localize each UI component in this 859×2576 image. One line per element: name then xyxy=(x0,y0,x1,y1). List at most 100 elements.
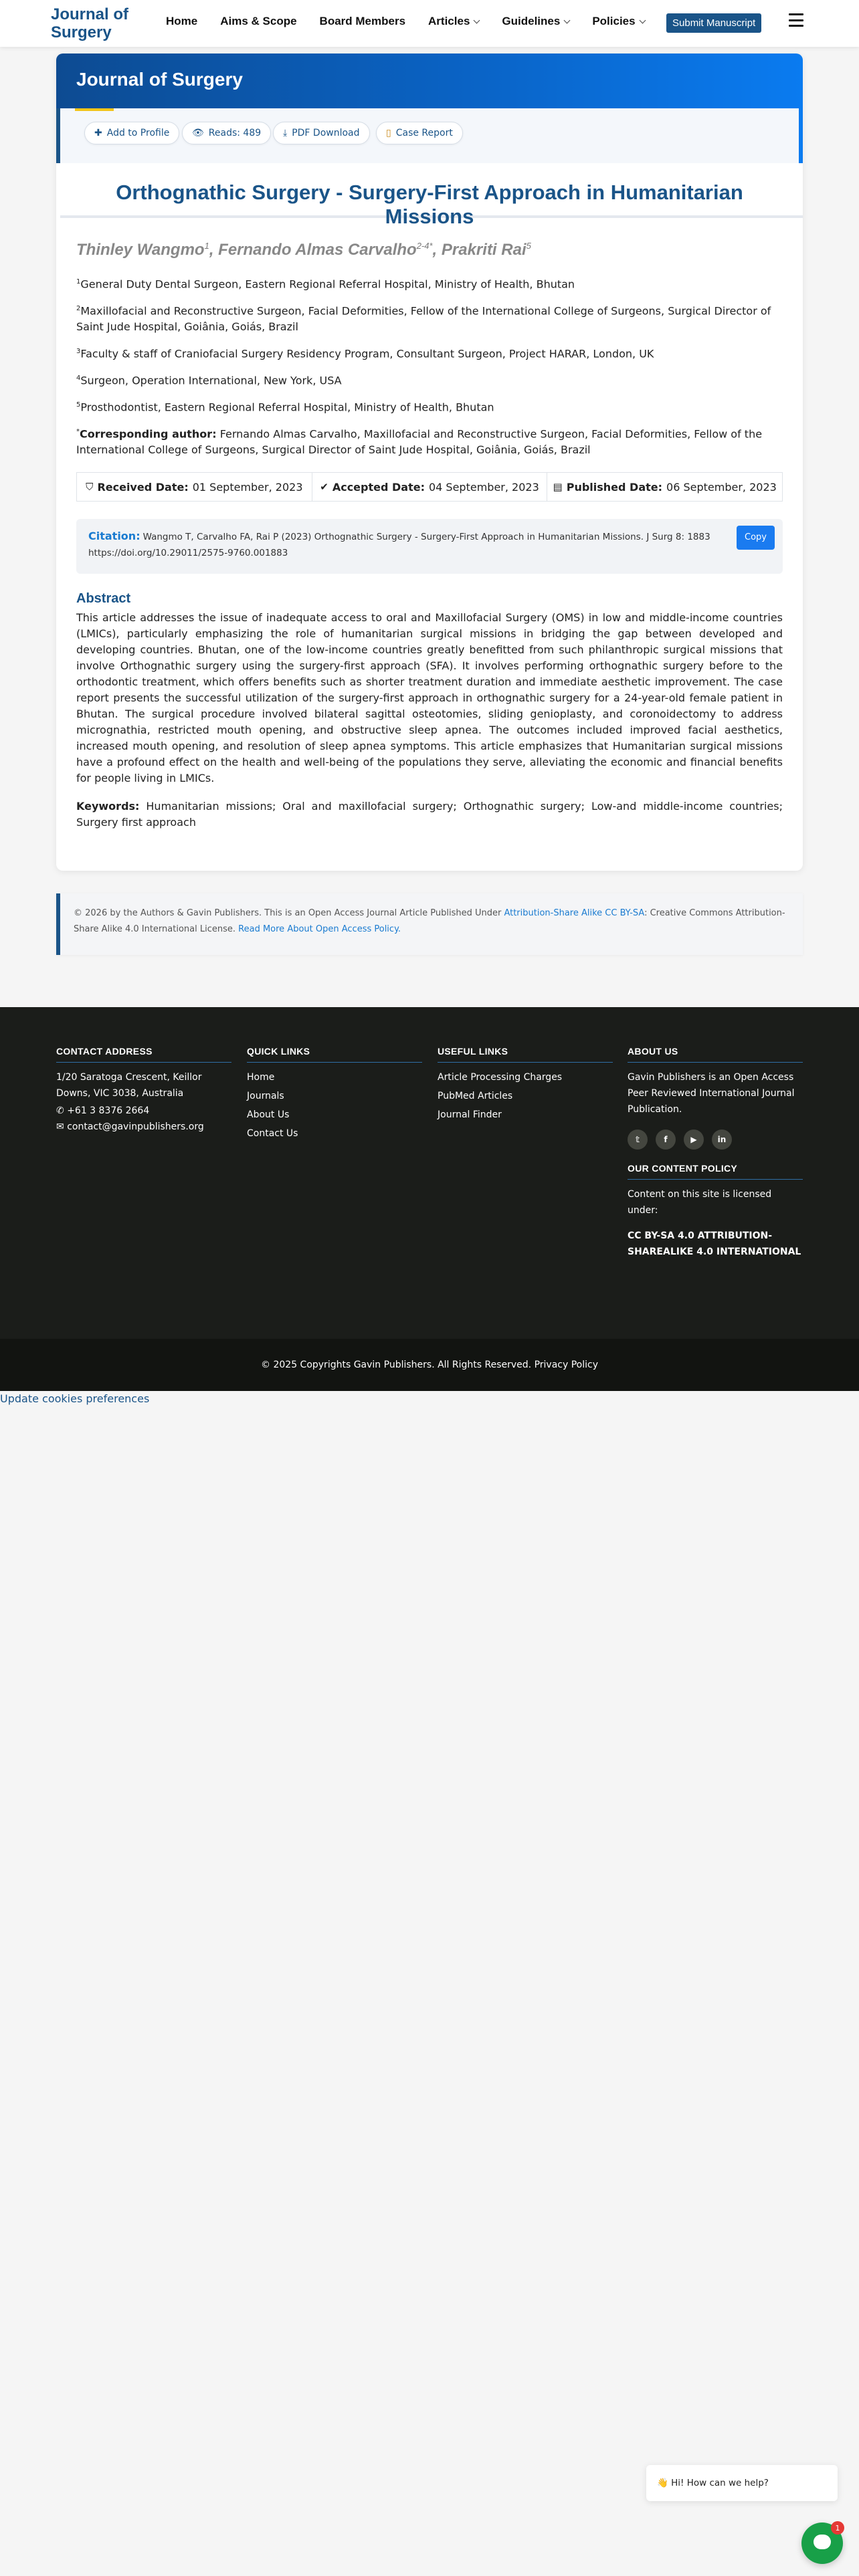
content-policy-text: Content on this site is licensed under: xyxy=(628,1189,772,1216)
brand-logo[interactable]: Journal of Surgery xyxy=(51,5,158,41)
citation-label: Citation: xyxy=(88,530,140,542)
site-footer: CONTACT ADDRESS 1/20 Saratoga Crescent, … xyxy=(0,1007,859,1339)
affiliation: 3Faculty & staff of Craniofacial Surgery… xyxy=(76,344,783,362)
nav-guidelines[interactable]: Guidelines xyxy=(502,15,571,28)
author-list: Thinley Wangmo1, Fernando Almas Carvalho… xyxy=(76,241,531,259)
button-label: PDF Download xyxy=(292,128,360,138)
footer-heading: QUICK LINKS xyxy=(247,1046,310,1057)
article-title: Orthognathic Surgery - Surgery-First App… xyxy=(116,181,743,228)
phone-icon: ✆ xyxy=(56,1105,68,1116)
footer-quick-links: QUICK LINKS Home Journals About Us Conta… xyxy=(247,1046,422,1139)
case-report-icon: ▯ xyxy=(386,128,391,138)
cc-by-sa-link[interactable]: Attribution-Share Alike CC BY-SA xyxy=(504,908,644,918)
license-name-link[interactable]: CC BY-SA 4.0 ATTRIBUTION-SHAREALIKE 4.0 … xyxy=(628,1228,803,1260)
download-icon: ⤓ xyxy=(283,128,288,138)
journal-header: Journal of Surgery xyxy=(56,53,803,108)
divider xyxy=(247,1062,422,1063)
aff-text: Prosthodontist, Eastern Regional Referra… xyxy=(80,401,494,414)
reads-counter-button[interactable]: 👁 Reads: 489 xyxy=(182,122,272,144)
footer-link-journal-finder[interactable]: Journal Finder xyxy=(438,1109,613,1120)
footer-contact: CONTACT ADDRESS 1/20 Saratoga Crescent, … xyxy=(56,1046,231,1135)
eye-icon: 👁 xyxy=(192,128,204,138)
youtube-icon[interactable]: ▶ xyxy=(684,1130,704,1150)
chevron-down-icon xyxy=(639,17,646,23)
footer-link-pubmed[interactable]: PubMed Articles xyxy=(438,1091,613,1101)
keywords-label: Keywords: xyxy=(76,800,140,813)
chat-icon xyxy=(814,2535,831,2549)
chat-greeting[interactable]: 👋 Hi! How can we help? xyxy=(646,2465,838,2501)
accent-underline xyxy=(75,108,114,111)
author-sup: 5 xyxy=(526,241,531,251)
footer-link-contact[interactable]: Contact Us xyxy=(247,1128,422,1139)
about-text: Gavin Publishers is an Open Access Peer … xyxy=(628,1072,795,1115)
button-label: Case Report xyxy=(395,128,453,138)
linkedin-icon[interactable]: in xyxy=(712,1130,732,1150)
nav-articles[interactable]: Articles xyxy=(428,15,480,28)
submit-manuscript-button[interactable]: Submit Manuscript xyxy=(666,13,762,33)
doi-link[interactable]: https://doi.org/10.29011/2575-9760.00188… xyxy=(88,548,288,558)
affiliation: 5Prosthodontist, Eastern Regional Referr… xyxy=(76,397,783,415)
button-label: Add to Profile xyxy=(106,128,170,138)
nav-policies[interactable]: Policies xyxy=(592,15,646,28)
nav-label: Aims & Scope xyxy=(220,15,297,27)
chevron-down-icon xyxy=(473,17,480,23)
aff-text: Maxillofacial and Reconstructive Surgeon… xyxy=(76,304,771,334)
author-name[interactable]: Prakriti Rai xyxy=(442,241,527,259)
check-icon: ✔ xyxy=(320,481,328,493)
footer-link-about[interactable]: About Us xyxy=(247,1109,422,1120)
author-name[interactable]: Thinley Wangmo xyxy=(76,241,205,259)
copy-citation-button[interactable]: Copy xyxy=(737,526,775,550)
pdf-download-button[interactable]: ⤓ PDF Download xyxy=(273,122,370,144)
top-navbar: Journal of Surgery Home Aims & Scope Boa… xyxy=(0,0,859,47)
nav-label: Guidelines xyxy=(502,15,561,27)
nav-label: Policies xyxy=(592,15,636,27)
aff-text: General Duty Dental Surgeon, Eastern Reg… xyxy=(80,278,575,291)
footer-about: ABOUT US Gavin Publishers is an Open Acc… xyxy=(628,1046,803,1260)
footer-heading: ABOUT US xyxy=(628,1046,678,1057)
add-to-profile-button[interactable]: ✚ Add to Profile xyxy=(84,122,180,144)
shield-icon: ⛉ xyxy=(86,481,94,493)
keywords: Keywords: Humanitarian missions; Oral an… xyxy=(76,798,783,831)
divider xyxy=(628,1062,803,1063)
author-sup: 1 xyxy=(204,241,209,251)
footer-heading: USEFUL LINKS xyxy=(438,1046,508,1057)
case-report-badge[interactable]: ▯ Case Report xyxy=(376,122,463,144)
chevron-down-icon xyxy=(563,17,571,23)
license-notice: © 2026 by the Authors & Gavin Publishers… xyxy=(56,893,803,955)
twitter-icon[interactable]: 𝕥 xyxy=(628,1130,648,1150)
notification-badge: 1 xyxy=(831,2521,844,2535)
copyright-bar: © 2025 Copyrights Gavin Publishers. All … xyxy=(0,1339,859,1391)
affiliation: 1General Duty Dental Surgeon, Eastern Re… xyxy=(76,274,783,292)
nav-home[interactable]: Home xyxy=(166,15,197,28)
author-name[interactable]: Fernando Almas Carvalho xyxy=(218,241,417,259)
nav-board-members[interactable]: Board Members xyxy=(320,15,405,28)
social-links: 𝕥 f ▶ in xyxy=(628,1130,803,1150)
button-label: Reads: 489 xyxy=(208,128,262,138)
divider xyxy=(628,1179,803,1180)
footer-link-apc[interactable]: Article Processing Charges xyxy=(438,1072,613,1083)
citation-box: Citation: Wangmo T, Carvalho FA, Rai P (2… xyxy=(76,519,783,574)
chat-launcher-button[interactable]: 1 xyxy=(801,2521,844,2564)
article-action-bar: ✚ Add to Profile 👁 Reads: 489 ⤓ PDF Down… xyxy=(56,108,803,218)
plus-icon: ✚ xyxy=(94,128,102,138)
aff-text: Faculty & staff of Craniofacial Surgery … xyxy=(80,347,654,360)
footer-heading: OUR CONTENT POLICY xyxy=(628,1163,738,1174)
footer-link-journals[interactable]: Journals xyxy=(247,1091,422,1101)
facebook-icon[interactable]: f xyxy=(656,1130,676,1150)
affiliation: 2Maxillofacial and Reconstructive Surgeo… xyxy=(76,301,783,335)
license-text: © 2026 by the Authors & Gavin Publishers… xyxy=(74,908,502,918)
published-date: ▤ Published Date: 06 September, 2023 xyxy=(553,480,777,494)
book-icon: ▤ xyxy=(553,481,563,493)
footer-heading: CONTACT ADDRESS xyxy=(56,1046,153,1057)
hamburger-icon[interactable] xyxy=(789,13,803,27)
envelope-icon: ✉ xyxy=(56,1121,68,1132)
aff-text: Surgeon, Operation International, New Yo… xyxy=(80,374,342,387)
open-access-policy-link[interactable]: Read More About Open Access Policy. xyxy=(238,924,401,934)
nav-label: Board Members xyxy=(319,15,406,27)
cookie-preferences-link[interactable]: Update cookies preferences xyxy=(0,1392,149,1405)
contact-phone[interactable]: ✆ +61 3 8376 2664 xyxy=(56,1103,231,1119)
footer-link-home[interactable]: Home xyxy=(247,1072,422,1083)
contact-email[interactable]: ✉ contact@gavinpublishers.org xyxy=(56,1119,231,1135)
nav-aims-scope[interactable]: Aims & Scope xyxy=(220,15,296,28)
corresponding-label: Corresponding author: xyxy=(80,427,217,441)
